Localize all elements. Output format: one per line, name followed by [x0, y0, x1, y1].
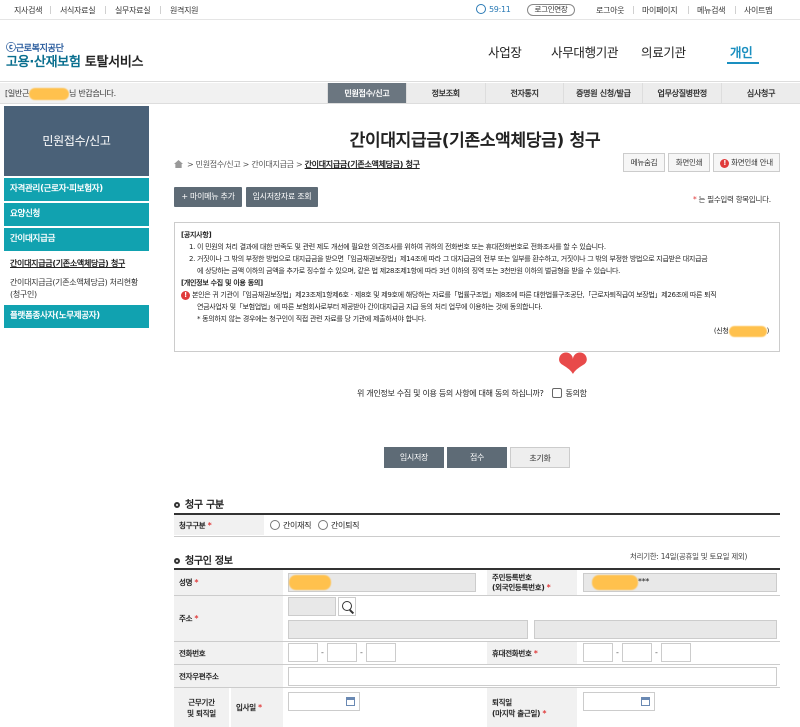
breadcrumb-current: 간이대지급금(기존소액체당금) 청구 [304, 160, 420, 169]
warning-icon: ! [720, 159, 730, 168]
search-icon[interactable] [338, 597, 356, 616]
claim-type-label: 청구구분 * [174, 515, 264, 535]
consent-row: 위 개인정보 수집 및 이용 등의 사항에 대해 동의 하십니까? 동의함 [357, 388, 587, 398]
join-date-input[interactable] [288, 692, 360, 711]
claim-type-section-title: 청구 구분 [174, 496, 224, 511]
sidebar-item-platform[interactable]: 플랫폼종사자(노무제공자) [4, 305, 149, 328]
radio-retired[interactable] [317, 520, 328, 530]
mobile-label: 휴대전화번호 * [487, 642, 577, 664]
mypage-link[interactable]: 마이페이지 [642, 5, 678, 16]
redacted-name [728, 325, 767, 337]
period-label: 근무기간 및 퇴직일 [174, 688, 229, 727]
session-timer: 59:11 [476, 4, 511, 14]
name-input[interactable] [288, 573, 476, 592]
radio-employed[interactable] [270, 520, 280, 530]
home-icon[interactable] [174, 160, 183, 168]
greeting-bar: [일반근 님 반갑습니다. [0, 83, 327, 104]
tab-review-request[interactable]: 심사청구 [721, 83, 800, 103]
breadcrumb: > 민원접수/신고 > 간이대지급금 > 간이대지급금(기존소액체당금) 청구 [174, 159, 420, 170]
temp-data-lookup-button[interactable]: 임시저장자료 조회 [246, 187, 318, 207]
sidebar-subitem-status-cont[interactable]: (청구인) [10, 289, 37, 300]
submit-button[interactable]: 접수 [447, 447, 507, 468]
email-label: 전자우편주소 [174, 665, 283, 687]
required-note: * 는 필수입력 항목입니다. [693, 195, 771, 204]
heart-sticker-icon: ❤ [557, 342, 589, 386]
print-guide-button[interactable]: ! 화면인쇄 안내 [713, 153, 780, 172]
phone-input-1[interactable] [288, 643, 318, 662]
redacted-name [29, 87, 70, 100]
tab-e-notice[interactable]: 전자통지 [484, 83, 564, 103]
branch-search-link[interactable]: 지사검색 [14, 5, 43, 16]
address-detail-input[interactable] [534, 620, 777, 639]
tab-info-lookup[interactable]: 정보조회 [405, 83, 485, 103]
mobile-input-2[interactable] [622, 643, 652, 662]
tab-certificate[interactable]: 증명원 신청/발급 [563, 83, 643, 103]
address-input[interactable] [288, 620, 528, 639]
claimant-section-title: 청구인 정보 [174, 552, 233, 567]
service-logo[interactable]: 고용·산재보험 토탈서비스 [6, 51, 143, 70]
calendar-icon[interactable] [346, 697, 355, 706]
print-button[interactable]: 화면인쇄 [668, 153, 710, 172]
notice-box: [공지사항] 1. 이 민원의 처리 결과에 대한 만족도 및 관련 제도 개선… [174, 222, 780, 352]
site-header: ⓒ근로복지공단 고용·산재보험 토탈서비스 사업장 사무대행기관 의료기관 개인 [0, 20, 800, 82]
temp-save-button[interactable]: 임시저장 [384, 447, 444, 468]
breadcrumb-item[interactable]: 민원접수/신고 [196, 160, 241, 169]
warning-icon: ! [181, 291, 190, 300]
phone-input-2[interactable] [327, 643, 357, 662]
reset-button[interactable]: 초기화 [510, 447, 570, 468]
sidebar-item-simple-payment[interactable]: 간이대지급금 [4, 228, 149, 251]
join-date-label: 입사일 * [231, 688, 283, 727]
logout-link[interactable]: 로그아웃 [596, 5, 625, 16]
form-library-link[interactable]: 서식자료실 [60, 5, 96, 16]
remote-support-link[interactable]: 원격지원 [170, 5, 199, 16]
tab-disease-judgment[interactable]: 업무상질병판정 [642, 83, 722, 103]
tab-civil-filing[interactable]: 민원접수/신고 [327, 83, 406, 103]
section-bullet-icon [174, 558, 180, 564]
consent-checkbox[interactable] [551, 388, 562, 398]
phone-input-3[interactable] [366, 643, 396, 662]
rrn-input[interactable]: *** [583, 573, 777, 592]
hide-menu-button[interactable]: 메뉴숨김 [623, 153, 665, 172]
retire-date-label: 퇴직일 (마지막 출근일) * [487, 688, 577, 727]
breadcrumb-item[interactable]: 간이대지급금 [251, 160, 294, 169]
claim-type-options: 간이재직 간이퇴직 [270, 520, 360, 531]
phone-label: 전화번호 [174, 642, 283, 664]
gnb-business[interactable]: 사업장 [488, 42, 522, 61]
clock-icon [476, 4, 486, 14]
login-extend-button[interactable]: 로그인연장 [527, 4, 575, 16]
main-tabs: 민원접수/신고 정보조회 전자통지 증명원 신청/발급 업무상질병판정 심사청구 [327, 83, 800, 104]
consent-agree-label[interactable]: 동의함 [566, 389, 587, 398]
gnb-medical[interactable]: 의료기관 [641, 42, 686, 61]
section-bullet-icon [174, 502, 180, 508]
page-title: 간이대지급금(기존소액체당금) 청구 [349, 131, 601, 151]
retire-date-input[interactable] [583, 692, 655, 711]
email-input[interactable] [288, 667, 777, 686]
sitemap-link[interactable]: 사이트맵 [744, 5, 773, 16]
gnb-agency[interactable]: 사무대행기관 [551, 42, 619, 61]
redacted-rrn [592, 575, 638, 590]
sidebar-item-care-request[interactable]: 요양신청 [4, 203, 149, 226]
calendar-icon[interactable] [641, 697, 650, 706]
gnb-personal[interactable]: 개인 [730, 42, 753, 61]
sidebar-item-qualification[interactable]: 자격관리(근로자·피보험자) [4, 178, 149, 201]
deadline-note: 처리기한: 14일(공휴일 및 토요일 제외) [630, 552, 748, 561]
sidebar-subitem-status[interactable]: 간이대지급금(기존소액체당금) 처리현황 [10, 277, 138, 288]
mobile-input-3[interactable] [661, 643, 691, 662]
practice-library-link[interactable]: 실무자료실 [115, 5, 151, 16]
top-utility-bar: 지사검색 | 서식자료실 | 실무자료실 | 원격지원 59:11 로그인연장 … [0, 0, 800, 20]
rrn-label: 주민등록번호 (외국인등록번호) * [487, 570, 577, 595]
zipcode-input[interactable] [288, 597, 336, 616]
mobile-input-1[interactable] [583, 643, 613, 662]
sidebar-title: 민원접수/신고 [4, 106, 149, 176]
address-label: 주소 * [174, 596, 283, 641]
redacted-name [289, 575, 331, 590]
sidebar-subitem-claim[interactable]: 간이대지급금(기존소액체당금) 청구 [10, 258, 125, 269]
name-label: 성명 * [174, 570, 283, 595]
menu-search-link[interactable]: 메뉴검색 [697, 5, 726, 16]
gnb-active-indicator [727, 62, 759, 64]
add-my-menu-button[interactable]: + 마이메뉴 추가 [174, 187, 242, 207]
